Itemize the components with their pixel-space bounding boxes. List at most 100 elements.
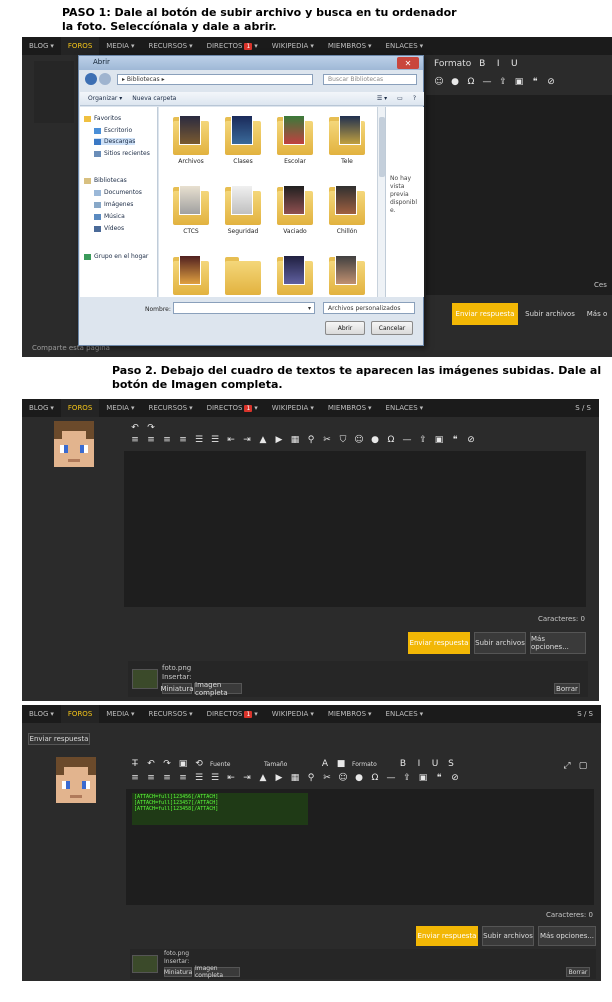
redo-icon[interactable]: ↷ xyxy=(162,759,172,769)
folder-item[interactable]: Archivos xyxy=(169,115,213,169)
quote-icon[interactable]: ❝ xyxy=(434,773,444,783)
nav-media[interactable]: MEDIA ▾ xyxy=(99,37,141,55)
omega-icon[interactable]: Ω xyxy=(466,77,476,87)
folder-item[interactable] xyxy=(221,255,265,309)
nav-homegroup[interactable]: Grupo en el hogar xyxy=(84,253,148,260)
folder-item[interactable] xyxy=(325,255,369,309)
nav-documents[interactable]: Documentos xyxy=(94,189,142,196)
folder-item[interactable]: Tele xyxy=(325,115,369,169)
more-options-button[interactable]: Más opciones... xyxy=(538,926,596,946)
delete-button[interactable]: Borrar xyxy=(554,683,580,694)
send-reply-button[interactable]: Enviar respuesta xyxy=(416,926,478,946)
folder-item[interactable]: Chillón xyxy=(325,185,369,239)
nav-foros[interactable]: FOROS xyxy=(60,37,100,55)
filename-input[interactable]: ▾ xyxy=(173,302,315,314)
nav-directos[interactable]: DIRECTOS 1 ▾ xyxy=(200,705,265,723)
align-left-icon[interactable]: ≡ xyxy=(130,773,140,783)
source-icon[interactable]: ▣ xyxy=(178,759,188,769)
outdent-icon[interactable]: ⇤ xyxy=(226,435,236,445)
omega-icon[interactable]: Ω xyxy=(386,435,396,445)
align-right-icon[interactable]: ≡ xyxy=(162,773,172,783)
nav-miembros[interactable]: MIEMBROS ▾ xyxy=(321,399,379,417)
upload-icon[interactable]: ⇪ xyxy=(402,773,412,783)
upload-files-button[interactable]: Subir archivos xyxy=(522,303,578,325)
reply-tab[interactable]: Enviar respuesta xyxy=(28,733,90,745)
nav-wikipedia[interactable]: WIKIPEDIA ▾ xyxy=(265,37,321,55)
send-reply-button[interactable]: Enviar respuesta xyxy=(408,632,470,654)
filetype-select[interactable]: Archivos personalizados xyxy=(323,302,415,314)
save-icon[interactable]: ▣ xyxy=(514,77,524,87)
underline-icon[interactable]: U xyxy=(509,59,519,69)
nav-favorites[interactable]: Favoritos xyxy=(84,115,121,122)
image-icon[interactable]: ▲ xyxy=(258,773,268,783)
smiley-icon[interactable]: ☺ xyxy=(354,435,364,445)
nav-videos[interactable]: Vídeos xyxy=(94,225,124,232)
media-icon[interactable]: ▶ xyxy=(274,435,284,445)
omega-icon[interactable]: Ω xyxy=(370,773,380,783)
nav-foros[interactable]: FOROS xyxy=(60,705,100,723)
bookmark-icon[interactable]: ⛉ xyxy=(338,435,348,445)
more-options-button[interactable]: Más opciones... xyxy=(530,632,586,654)
organize-menu[interactable]: Organizar ▾ xyxy=(88,95,122,102)
italic-icon[interactable]: I xyxy=(493,59,503,69)
folder-item[interactable] xyxy=(273,255,317,309)
list-bullets-icon[interactable]: ☰ xyxy=(194,435,204,445)
smiley-icon[interactable]: ☺ xyxy=(338,773,348,783)
unlink-icon[interactable]: ✂ xyxy=(322,435,332,445)
nav-enlaces[interactable]: ENLACES ▾ xyxy=(379,37,431,55)
align-left-icon[interactable]: ≡ xyxy=(130,435,140,445)
send-reply-button[interactable]: Enviar respuesta xyxy=(452,303,518,325)
folder-item[interactable]: Vaciado xyxy=(273,185,317,239)
nav-blog[interactable]: BLOG ▾ xyxy=(22,705,61,723)
justify-icon[interactable]: ≡ xyxy=(178,435,188,445)
font-size-select[interactable]: Tamaño xyxy=(264,761,314,768)
format-select[interactable]: Formato xyxy=(352,761,392,768)
bold-icon[interactable]: B xyxy=(477,59,487,69)
outdent-icon[interactable]: ⇤ xyxy=(226,773,236,783)
smiley-icon[interactable]: ☺ xyxy=(434,77,444,87)
full-image-button[interactable]: Imagen completa xyxy=(194,681,242,697)
list-numbers-icon[interactable]: ☰ xyxy=(210,773,220,783)
emoji-icon[interactable]: ● xyxy=(354,773,364,783)
delete-button[interactable]: Borrar xyxy=(566,967,590,977)
folder-item[interactable]: Escolar xyxy=(273,115,317,169)
save-icon[interactable]: ▣ xyxy=(418,773,428,783)
underline-icon[interactable]: U xyxy=(430,759,440,769)
bg-color-icon[interactable]: ■ xyxy=(336,759,346,769)
font-family-select[interactable]: Fuente xyxy=(210,761,258,768)
nav-downloads[interactable]: Descargas xyxy=(94,138,136,145)
hr-icon[interactable]: — xyxy=(482,77,492,87)
bold-icon[interactable]: B xyxy=(398,759,408,769)
nav-blog[interactable]: BLOG ▾ xyxy=(22,37,61,55)
undo-icon[interactable]: ↶ xyxy=(130,423,140,433)
list-bullets-icon[interactable]: ☰ xyxy=(194,773,204,783)
spoiler-icon[interactable]: ⊘ xyxy=(450,773,460,783)
folder-item[interactable]: Clases xyxy=(221,115,265,169)
cancel-button[interactable]: Cancelar xyxy=(371,321,413,335)
nav-enlaces[interactable]: ENLACES ▾ xyxy=(379,705,431,723)
undo-icon[interactable]: ↶ xyxy=(146,759,156,769)
upload-files-button[interactable]: Subir archivos xyxy=(474,632,526,654)
folder-item[interactable] xyxy=(169,255,213,309)
nav-wikipedia[interactable]: WIKIPEDIA ▾ xyxy=(265,399,321,417)
upload-files-button[interactable]: Subir archivos xyxy=(482,926,534,946)
remove-icon[interactable]: ⟲ xyxy=(194,759,204,769)
back-button[interactable] xyxy=(85,73,97,85)
spoiler-icon[interactable]: ⊘ xyxy=(466,435,476,445)
emoji-icon[interactable]: ● xyxy=(450,77,460,87)
nav-wikipedia[interactable]: WIKIPEDIA ▾ xyxy=(265,705,321,723)
link-icon[interactable]: ⚲ xyxy=(306,773,316,783)
nav-directos[interactable]: DIRECTOS 1 ▾ xyxy=(200,37,265,55)
editor-area[interactable] xyxy=(426,95,612,295)
save-icon[interactable]: ▣ xyxy=(434,435,444,445)
justify-icon[interactable]: ≡ xyxy=(178,773,188,783)
account-menu[interactable]: S / S xyxy=(577,710,601,718)
thumbnail-button[interactable]: Miniatura xyxy=(164,967,192,977)
nav-miembros[interactable]: MIEMBROS ▾ xyxy=(321,705,379,723)
upload-icon[interactable]: ⇪ xyxy=(418,435,428,445)
hr-icon[interactable]: — xyxy=(402,435,412,445)
media-icon[interactable]: ▶ xyxy=(274,773,284,783)
quote-icon[interactable]: ❝ xyxy=(530,77,540,87)
folder-item[interactable]: Seguridad xyxy=(221,185,265,239)
spoiler-icon[interactable]: ⊘ xyxy=(546,77,556,87)
